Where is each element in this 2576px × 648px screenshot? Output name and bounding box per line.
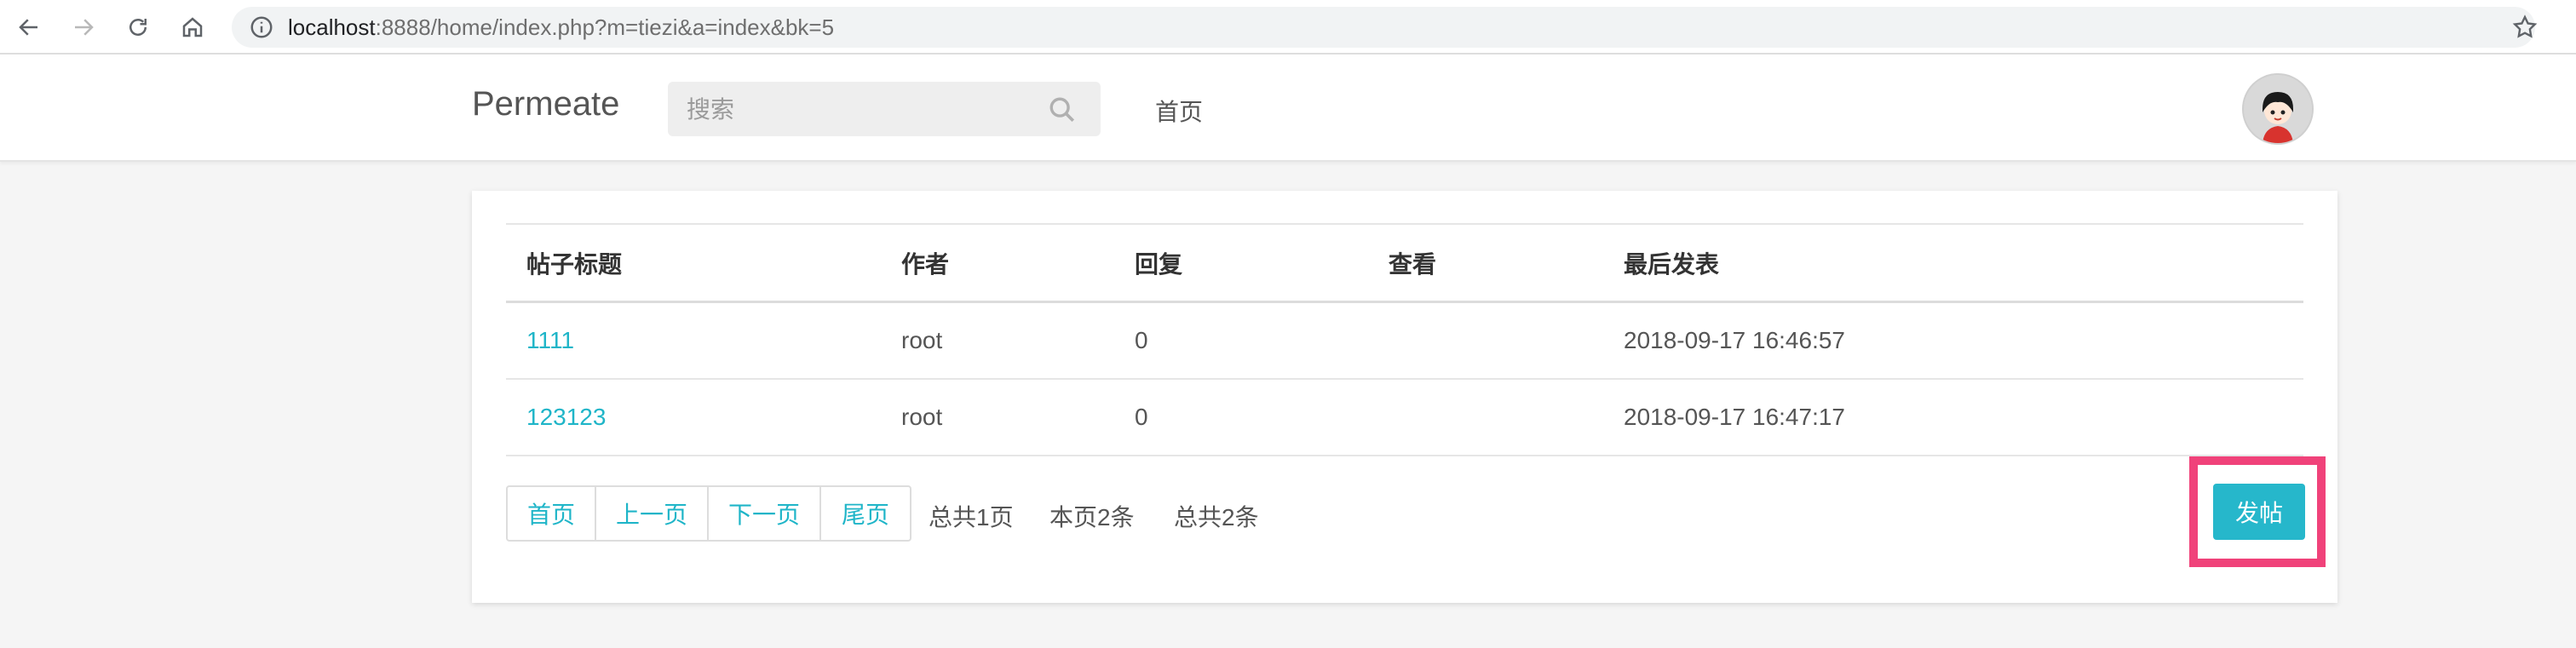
row-author: root (901, 404, 943, 430)
url-host: localhost (288, 14, 376, 40)
table-row: 1111 root 0 2018-09-17 16:46:57 (506, 303, 2303, 380)
header-title: 帖子标题 (526, 250, 623, 278)
header-author: 作者 (901, 250, 950, 278)
site-header: Permeate 首页 (0, 54, 2576, 162)
row-replies: 0 (1135, 404, 1148, 430)
home-icon (182, 17, 203, 37)
header-replies: 回复 (1135, 250, 1183, 278)
star-icon (2512, 14, 2538, 38)
post-title-link[interactable]: 123123 (526, 404, 606, 431)
nav-home-link[interactable]: 首页 (1155, 94, 1203, 128)
pager-first-button[interactable]: 首页 (508, 487, 596, 540)
pager-next-button[interactable]: 下一页 (709, 487, 821, 540)
bookmark-button[interactable] (2508, 10, 2542, 44)
header-last-post: 最后发表 (1624, 250, 1720, 278)
row-last-post: 2018-09-17 16:46:57 (1624, 327, 1845, 353)
row-author: root (901, 327, 943, 353)
avatar-icon (2244, 75, 2312, 143)
pager-last-button[interactable]: 尾页 (821, 487, 910, 540)
search-icon[interactable] (1048, 95, 1077, 124)
browser-toolbar: localhost:8888/home/index.php?m=tiezi&a=… (0, 0, 2576, 54)
address-bar[interactable]: localhost:8888/home/index.php?m=tiezi&a=… (232, 7, 2535, 48)
total-pages-text: 总共1页 (929, 504, 1014, 530)
header-views: 查看 (1389, 250, 1437, 278)
forward-button[interactable] (65, 9, 102, 46)
post-table: 帖子标题 作者 回复 查看 最后发表 1111 root 0 2018-09-1… (506, 223, 2303, 456)
search-box (668, 82, 1101, 138)
url-path: :8888/home/index.php?m=tiezi&a=index&bk=… (375, 14, 835, 40)
table-header-row: 帖子标题 作者 回复 查看 最后发表 (506, 225, 2303, 303)
new-post-button[interactable]: 发帖 (2213, 484, 2305, 540)
reload-icon (129, 19, 147, 36)
home-button[interactable] (174, 9, 211, 46)
page-count-text: 本页2条 (1049, 504, 1135, 530)
info-icon[interactable] (249, 14, 274, 40)
arrow-left-icon (19, 19, 37, 36)
pager-prev-button[interactable]: 上一页 (596, 487, 709, 540)
table-row: 123123 root 0 2018-09-17 16:47:17 (506, 380, 2303, 456)
reload-button[interactable] (119, 9, 157, 46)
avatar[interactable] (2244, 75, 2312, 143)
arrow-right-icon (75, 19, 94, 36)
row-last-post: 2018-09-17 16:47:17 (1624, 404, 1845, 430)
row-replies: 0 (1135, 327, 1148, 353)
row-title-cell: 123123 (526, 380, 606, 455)
url-text: localhost:8888/home/index.php?m=tiezi&a=… (288, 14, 834, 41)
post-list-card: 帖子标题 作者 回复 查看 最后发表 1111 root 0 2018-09-1… (472, 191, 2337, 603)
total-items-text: 总共2条 (1174, 504, 1259, 530)
site-brand[interactable]: Permeate (472, 85, 619, 123)
row-title-cell: 1111 (526, 303, 574, 378)
post-title-link[interactable]: 1111 (526, 327, 574, 354)
search-input[interactable] (668, 82, 1046, 138)
pagination: 首页 上一页 下一页 尾页 (506, 485, 911, 542)
back-button[interactable] (10, 9, 48, 46)
